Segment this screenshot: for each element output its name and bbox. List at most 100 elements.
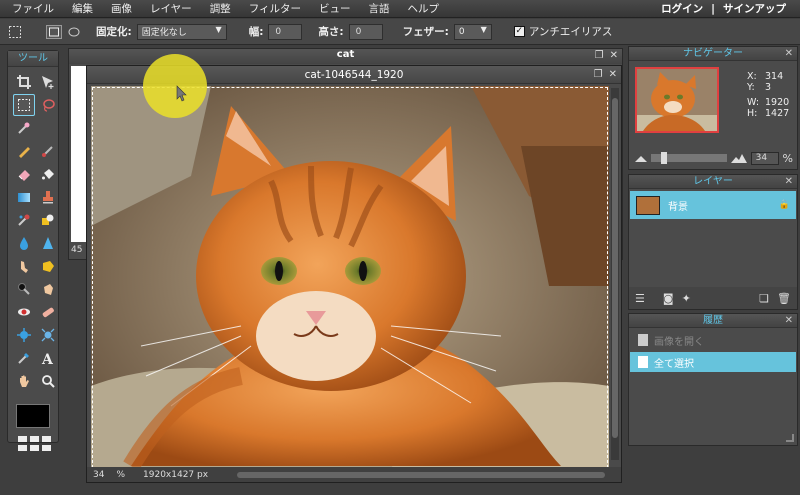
move-tool[interactable] [37, 71, 59, 93]
color-replace-tool[interactable] [13, 209, 35, 231]
crop-tool[interactable] [13, 71, 35, 93]
dodge-tool[interactable] [13, 278, 35, 300]
menu-view[interactable]: ビュー [310, 1, 360, 16]
fill-tool[interactable] [37, 163, 59, 185]
zoom-tool[interactable] [37, 370, 59, 392]
close-icon[interactable]: ✕ [609, 66, 617, 84]
restore-icon[interactable]: ❐ [594, 66, 603, 84]
marquee-tool[interactable] [13, 94, 35, 116]
menu-language[interactable]: 言語 [359, 1, 398, 16]
image-canvas[interactable] [91, 86, 609, 469]
blur-tool[interactable] [13, 232, 35, 254]
document-icon [638, 356, 648, 368]
tools-panel: ツール A [7, 50, 59, 451]
ellipse-marquee-icon[interactable] [68, 26, 80, 38]
zoom-slider[interactable] [650, 152, 727, 164]
layer-styles-icon[interactable]: ✦ [682, 292, 691, 305]
menu-filter[interactable]: フィルター [240, 1, 310, 16]
zoom-out-icon[interactable] [635, 154, 647, 162]
navigator-thumbnail[interactable] [635, 67, 719, 133]
lasso-tool[interactable] [37, 94, 59, 116]
menu-adjust[interactable]: 調整 [201, 1, 240, 16]
clone-stamp-tool[interactable] [37, 186, 59, 208]
close-icon[interactable]: ✕ [785, 314, 793, 328]
close-icon[interactable]: ✕ [610, 50, 618, 61]
restore-icon[interactable]: ❐ [595, 50, 604, 61]
pinch-tool[interactable] [37, 324, 59, 346]
history-item-label: 全て選択 [654, 358, 694, 370]
login-link[interactable]: ログイン [657, 3, 707, 15]
antialias-option[interactable]: ✓ アンチエイリアス [513, 24, 613, 39]
close-icon[interactable]: ✕ [785, 175, 793, 189]
chevron-down-icon: ▼ [215, 24, 222, 34]
magic-wand-tool[interactable] [13, 117, 35, 139]
history-item-open[interactable]: 画像を開く [630, 330, 796, 350]
height-input[interactable]: 0 [348, 23, 383, 40]
resize-handle[interactable] [786, 434, 794, 442]
foreground-color-swatch[interactable] [16, 404, 50, 428]
antialias-checkbox[interactable]: ✓ [513, 26, 525, 37]
history-title-text: 履歴 [703, 315, 723, 326]
width-label: 幅: [248, 26, 264, 38]
new-layer-icon[interactable]: ❏ [759, 292, 769, 305]
lock-icon: 🔒 [778, 200, 790, 210]
bloat-tool[interactable] [13, 324, 35, 346]
scroll-thumb[interactable] [612, 98, 618, 438]
gradient-tool[interactable] [13, 186, 35, 208]
burn-tool[interactable] [37, 278, 59, 300]
zoom-in-icon[interactable] [730, 153, 747, 163]
menu-layer[interactable]: レイヤー [141, 1, 201, 16]
feather-select[interactable]: 0 ▼ [453, 23, 492, 40]
menu-image[interactable]: 画像 [102, 1, 141, 16]
layer-item[interactable]: 背景 🔒 [630, 191, 796, 219]
layer-mask-icon[interactable]: ◙ [663, 292, 674, 305]
drawing-tool[interactable] [37, 209, 59, 231]
close-icon[interactable]: ✕ [785, 47, 793, 61]
trash-icon[interactable]: 🗑 [777, 292, 791, 305]
signup-link[interactable]: サインアップ [719, 3, 790, 15]
navigator-title: ナビゲーター ✕ [629, 47, 797, 61]
document-title: cat-1046544_1920 [304, 69, 404, 81]
sharpen-tool[interactable] [37, 232, 59, 254]
brush-tool[interactable] [37, 140, 59, 162]
menu-help[interactable]: ヘルプ [398, 1, 448, 16]
hand-tool[interactable] [13, 370, 35, 392]
feather-value: 0 [458, 26, 465, 37]
selection-icon[interactable] [8, 25, 22, 39]
sponge-icon [43, 261, 54, 272]
x-label: X: [747, 71, 757, 82]
rect-marquee-icon[interactable] [46, 24, 62, 39]
menu-edit[interactable]: 編集 [63, 1, 102, 16]
pencil-tool[interactable] [13, 140, 35, 162]
red-eye-tool[interactable] [13, 301, 35, 323]
zoom-slider-knob[interactable] [660, 152, 667, 164]
layer-name: 背景 [668, 201, 688, 213]
marquee-shape-group [46, 24, 80, 39]
zoom-value[interactable]: 34 [93, 470, 104, 480]
smudge-tool[interactable] [13, 255, 35, 277]
fixed-ratio-select[interactable]: 固定化なし ▼ [136, 23, 227, 40]
history-item-select-all[interactable]: 全て選択 [630, 352, 796, 372]
menu-file[interactable]: ファイル [0, 1, 63, 16]
vertical-scrollbar[interactable] [611, 88, 619, 460]
h-value: 1427 [765, 108, 790, 119]
navigator-zoom-input[interactable]: 34 [750, 151, 779, 165]
sponge-tool[interactable] [37, 255, 59, 277]
lasso-icon [43, 99, 55, 112]
svg-text:A: A [41, 352, 54, 365]
color-presets[interactable] [18, 436, 58, 451]
width-input[interactable]: 0 [268, 23, 303, 40]
document-canvas[interactable] [71, 66, 87, 242]
marquee-icon [18, 99, 30, 111]
color-picker-tool[interactable] [13, 347, 35, 369]
horizontal-scrollbar[interactable] [237, 472, 605, 478]
zoom-unit: % [116, 469, 126, 480]
layer-settings-icon[interactable]: ☰ [635, 292, 645, 305]
type-tool[interactable]: A [37, 347, 59, 369]
tools-title: ツール [8, 51, 58, 67]
cursor-highlight [143, 54, 207, 118]
antialias-label: アンチエイリアス [528, 26, 613, 38]
eraser-tool[interactable] [13, 163, 35, 185]
layers-title: レイヤー ✕ [629, 175, 797, 189]
spot-heal-tool[interactable] [37, 301, 59, 323]
